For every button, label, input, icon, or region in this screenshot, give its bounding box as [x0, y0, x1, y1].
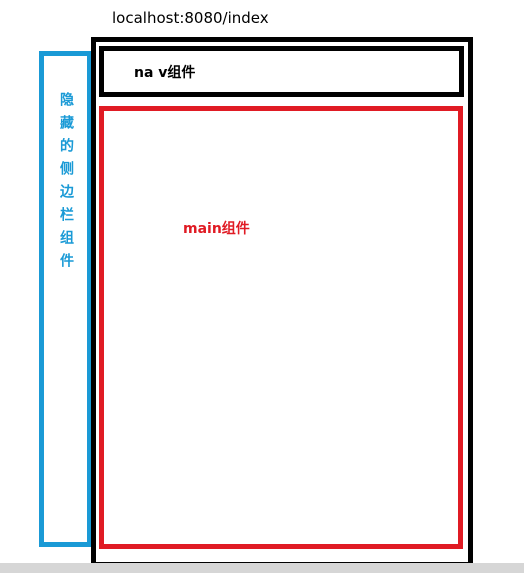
diagram-canvas: localhost:8080/index 隐藏的侧边栏组件 na v组件 mai…: [0, 0, 524, 573]
nav-label: na v组件: [134, 65, 196, 81]
nav-component: na v组件: [99, 46, 464, 97]
hidden-sidebar-component: 隐藏的侧边栏组件: [39, 51, 92, 547]
main-component: main组件: [99, 106, 463, 549]
sidebar-label: 隐藏的侧边栏组件: [58, 92, 74, 276]
bottom-scrollbar: [0, 563, 524, 573]
url-label: localhost:8080/index: [112, 9, 269, 27]
main-label: main组件: [183, 221, 250, 237]
